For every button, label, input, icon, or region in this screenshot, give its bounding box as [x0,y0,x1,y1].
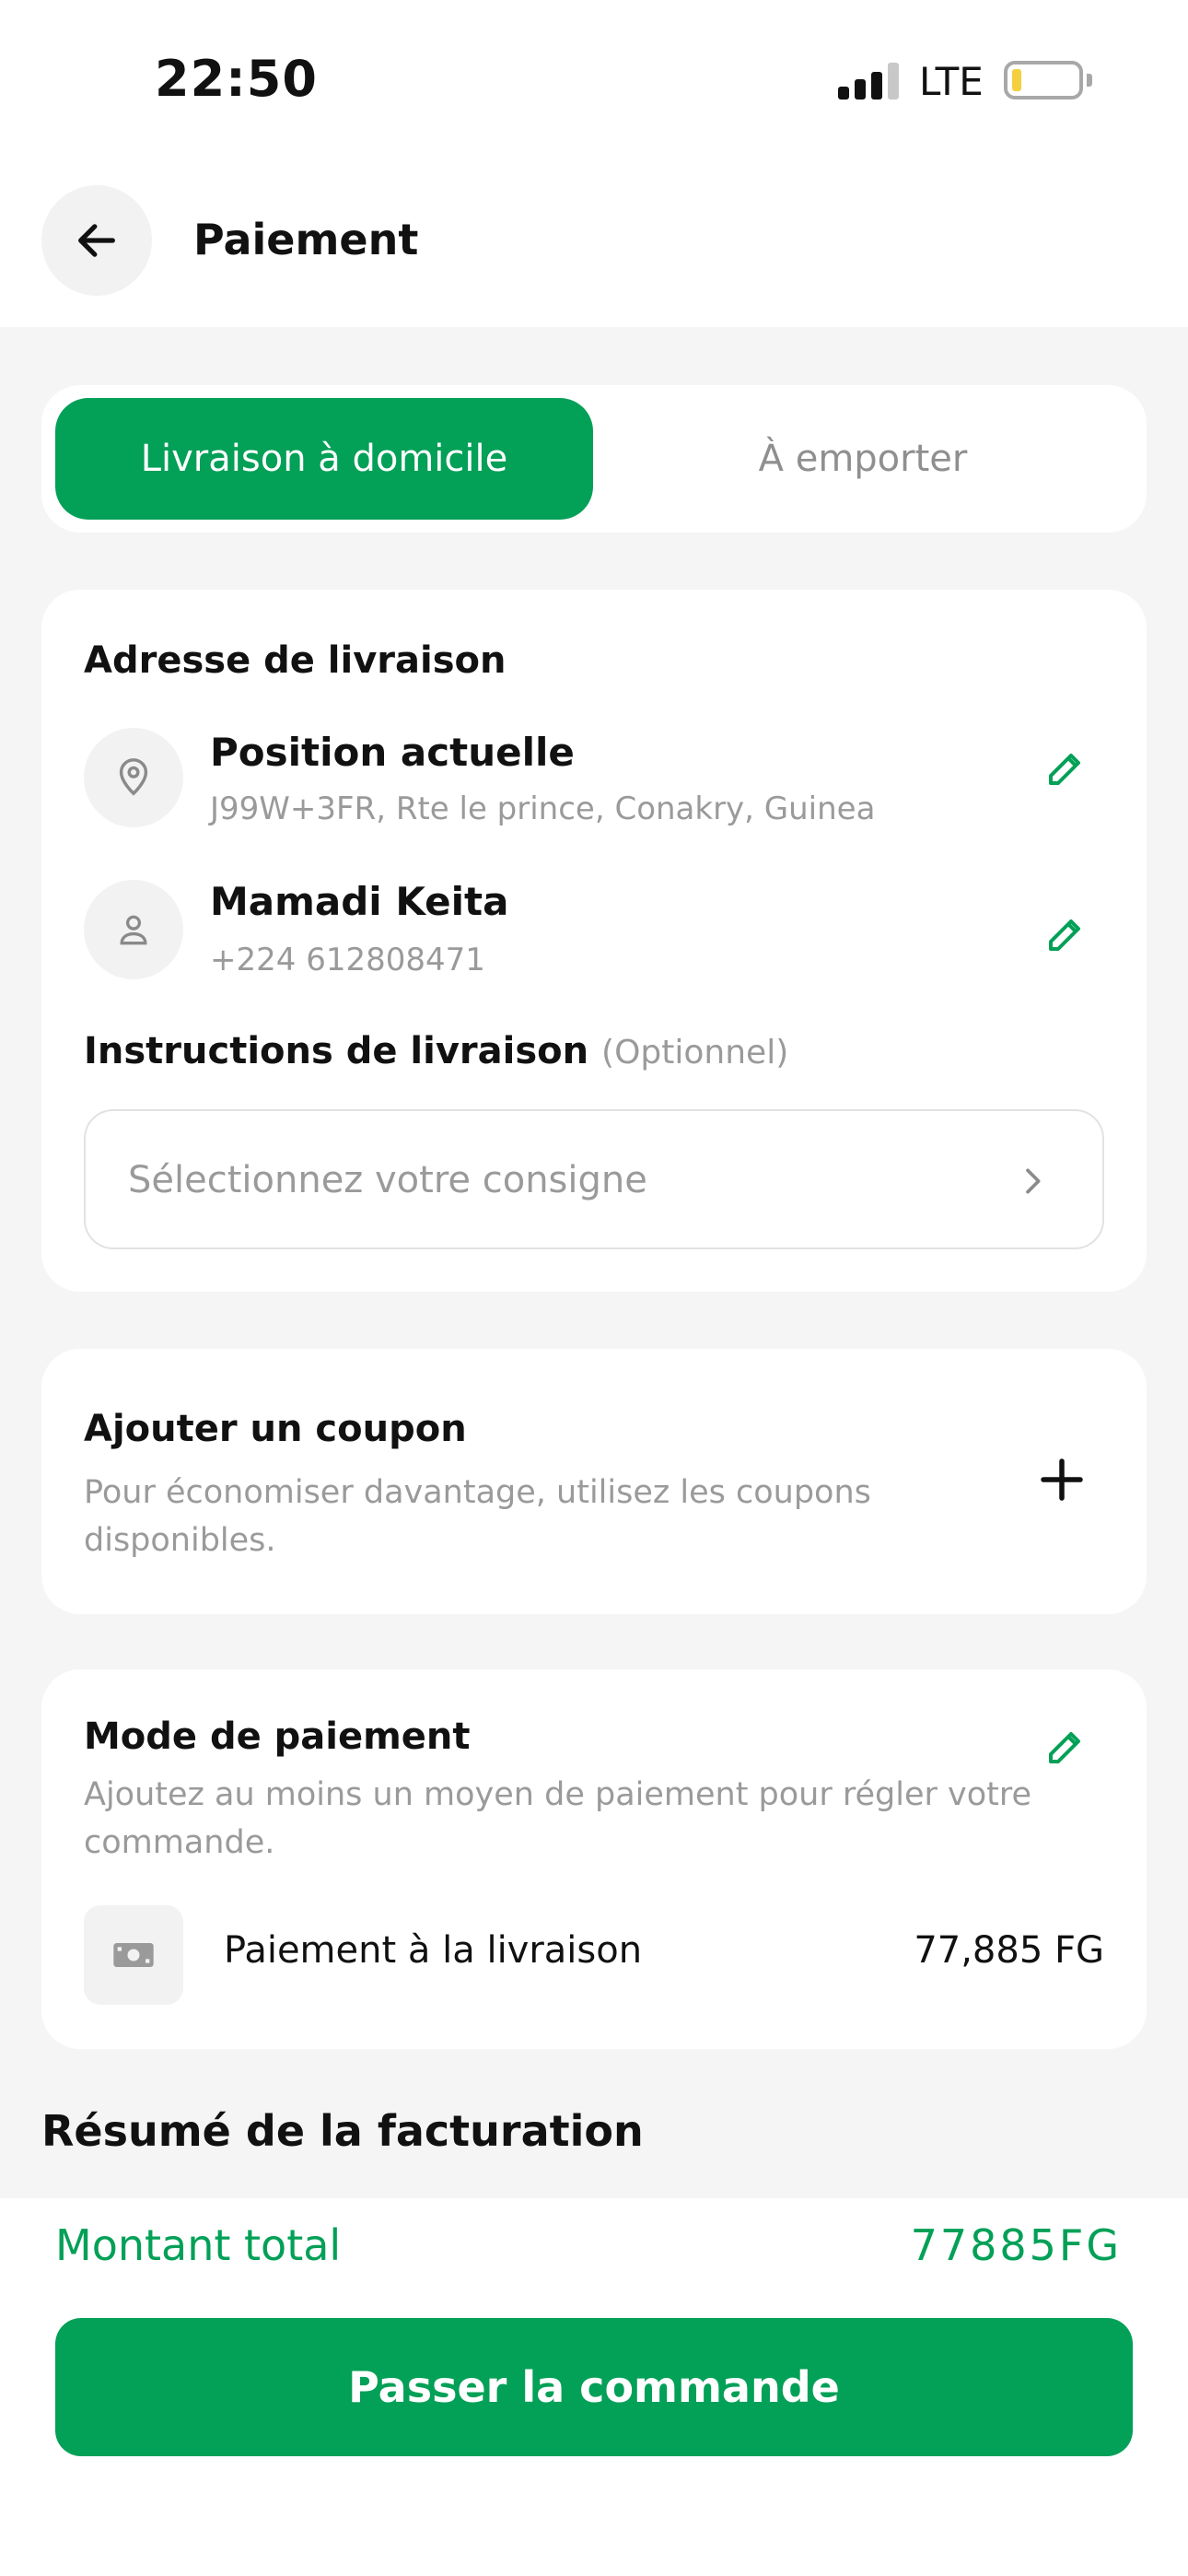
total-label: Montant total [55,2220,342,2270]
location-pin-icon [119,758,148,796]
page-title: Paiement [193,215,419,264]
billing-summary-title: Résumé de la facturation [41,2106,644,2156]
instructions-placeholder: Sélectionnez votre consigne [128,1159,647,1201]
payment-description: Ajoutez au moins un moyen de paiement po… [84,1776,1032,1861]
instructions-optional: (Optionnel) [601,1034,789,1071]
plus-icon [1041,1458,1083,1501]
arrow-left-icon [78,224,115,257]
status-time: 22:50 [155,50,318,108]
payment-method-label: Paiement à la livraison [224,1929,643,1972]
network-label: LTE [919,59,984,104]
coupon-card[interactable]: Ajouter un coupon Pour économiser davant… [41,1349,1147,1614]
signal-icon [838,63,899,100]
checkout-bar: Montant total 77885FG Passer la commande [0,2198,1188,2576]
instructions-label-text: Instructions de livraison [84,1030,589,1072]
pencil-icon [1049,754,1080,785]
total-value: 77885FG [910,2220,1122,2270]
person-icon [120,915,147,945]
payment-title: Mode de paiement [84,1715,471,1758]
payment-method-amount: 77,885 FG [914,1929,1104,1972]
delivery-address-card: Adresse de livraison Position actuelle J… [41,590,1147,1292]
coupon-description: Pour économiser davantage, utilisez les … [84,1474,871,1559]
instructions-label: Instructions de livraison (Optionnel) [84,1030,788,1072]
location-icon-holder [84,728,183,827]
cash-icon-holder [84,1905,183,2005]
payment-method-card: Mode de paiement Ajoutez au moins un moy… [41,1669,1147,2049]
tab-takeaway[interactable]: À emporter [594,398,1132,520]
chevron-right-icon [1026,1168,1041,1194]
edit-payment-button[interactable] [1038,1719,1093,1774]
pencil-icon [1049,1732,1080,1763]
location-title: Position actuelle [210,730,575,775]
add-coupon-button[interactable] [1034,1452,1089,1507]
location-address: J99W+3FR, Rte le prince, Conakry, Guinea [210,790,876,827]
status-bar: 22:50 LTE [0,0,1188,161]
delivery-mode-tabs: Livraison à domicile À emporter [41,385,1147,533]
coupon-title: Ajouter un coupon [84,1408,467,1450]
cash-icon [113,1943,154,1967]
battery-icon [1004,61,1092,100]
tab-home-delivery[interactable]: Livraison à domicile [55,398,593,520]
pencil-icon [1049,919,1080,951]
address-section-title: Adresse de livraison [84,639,507,682]
contact-phone: +224 612808471 [210,942,485,978]
person-icon-holder [84,880,183,979]
header: Paiement [0,161,1188,327]
back-button[interactable] [41,185,152,296]
payment-screen: 22:50 LTE Paiement Livraison à domicile … [0,0,1188,2576]
contact-name: Mamadi Keita [210,879,509,924]
edit-contact-button[interactable] [1038,907,1093,962]
instructions-select[interactable]: Sélectionnez votre consigne [84,1109,1104,1249]
edit-location-button[interactable] [1038,741,1093,796]
place-order-button[interactable]: Passer la commande [55,2318,1133,2456]
